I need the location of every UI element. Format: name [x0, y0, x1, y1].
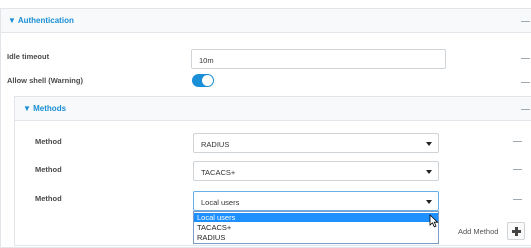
methods-title[interactable]: ▼ Methods [23, 104, 66, 113]
method-select-1-value: RADIUS [201, 140, 230, 149]
toggle-knob [202, 75, 213, 86]
methods-header[interactable]: ▼ Methods — [15, 97, 531, 121]
idle-timeout-label: Idle timeout [7, 52, 50, 61]
authentication-header[interactable]: ▼ Authentication — [1, 9, 531, 33]
mouse-pointer-icon [429, 214, 439, 228]
authentication-title[interactable]: ▼ Authentication [8, 16, 74, 25]
methods-collapse-dash-icon[interactable]: — [521, 104, 530, 114]
method-select-1[interactable]: RADIUS [193, 133, 439, 153]
caret-down-icon [426, 142, 432, 146]
method-2-menu-dash-icon[interactable]: — [513, 164, 522, 174]
method-select-2-value: TACACS+ [201, 168, 236, 177]
method-label-3: Method [35, 194, 62, 203]
idle-timeout-input[interactable]: 10m [191, 49, 446, 69]
dropdown-option-local-users[interactable]: Local users [194, 213, 438, 222]
caret-down-icon [426, 170, 432, 174]
caret-down-icon [426, 200, 432, 204]
dropdown-option-radius[interactable]: RADIUS [194, 233, 438, 242]
method-3-menu-dash-icon[interactable]: — [513, 194, 522, 204]
allow-shell-menu-dash-icon[interactable]: — [521, 77, 530, 87]
method-select-2[interactable]: TACACS+ [193, 161, 439, 181]
allow-shell-toggle[interactable] [192, 74, 214, 87]
add-method-button[interactable] [507, 222, 525, 240]
method-1-menu-dash-icon[interactable]: — [513, 136, 522, 146]
method-label-2: Method [35, 165, 62, 174]
method-dropdown-list[interactable]: Local users TACACS+ RADIUS [193, 211, 439, 244]
idle-timeout-menu-dash-icon[interactable]: — [521, 53, 530, 63]
collapse-dash-icon[interactable]: — [521, 16, 530, 26]
method-select-3[interactable]: Local users [193, 191, 439, 211]
allow-shell-label: Allow shell (Warning) [7, 76, 83, 85]
add-method-label: Add Method [458, 227, 499, 236]
dropdown-option-tacacs[interactable]: TACACS+ [194, 223, 438, 232]
method-label-1: Method [35, 137, 62, 146]
method-select-3-value: Local users [201, 198, 240, 207]
